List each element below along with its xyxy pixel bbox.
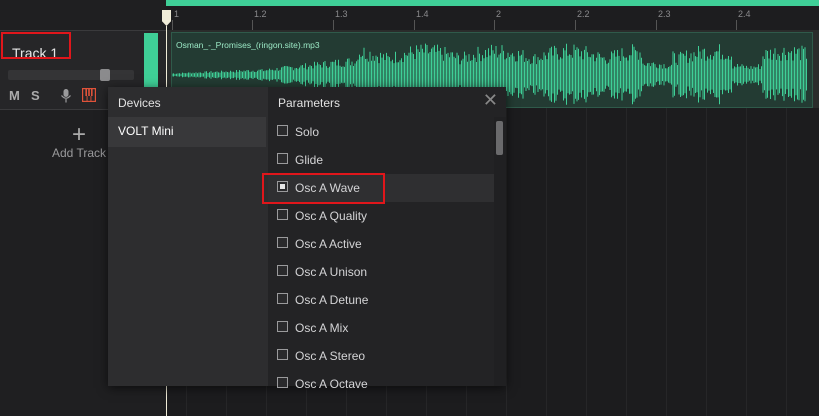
parameter-checkbox[interactable] (277, 349, 288, 360)
grid-line (706, 108, 707, 416)
track-header-top (0, 0, 166, 31)
ruler-tick (333, 20, 334, 30)
ruler-tick (414, 20, 415, 30)
grid-line (666, 108, 667, 416)
clip-name: Osman_-_Promises_(ringon.site).mp3 (176, 40, 320, 50)
devices-panel: Devices VOLT Mini (108, 87, 268, 386)
parameter-item[interactable]: Osc A Stereo (268, 342, 494, 370)
mute-button[interactable]: M (9, 88, 20, 103)
parameter-item[interactable]: Osc A Detune (268, 286, 494, 314)
piano-icon[interactable] (82, 88, 96, 102)
ruler-tick (494, 20, 495, 30)
grid-line (786, 108, 787, 416)
grid-line (506, 108, 507, 416)
ruler-tick (656, 20, 657, 30)
parameter-label: Osc A Stereo (295, 349, 366, 363)
parameter-label: Glide (295, 153, 324, 167)
automation-parameters-dialog: Devices VOLT Mini Parameters Solo Glide Os… (108, 87, 506, 391)
ruler-label: 2.4 (738, 9, 751, 19)
parameter-label: Solo (295, 125, 320, 139)
ruler-label: 2 (496, 9, 502, 19)
parameter-checkbox[interactable] (277, 237, 288, 248)
parameter-checkbox[interactable] (277, 153, 288, 164)
ruler-label: 1.3 (335, 9, 348, 19)
ruler-label: 1.2 (254, 9, 267, 19)
parameter-checkbox[interactable] (277, 265, 288, 276)
parameter-checkbox[interactable] (277, 377, 288, 388)
solo-button[interactable]: S (31, 88, 40, 103)
ruler-tick (736, 20, 737, 30)
device-item-volt-mini[interactable]: VOLT Mini (108, 117, 266, 147)
grid-line (746, 108, 747, 416)
ruler-tick (252, 20, 253, 30)
scrollbar-thumb[interactable] (496, 121, 503, 155)
ruler-tick (575, 20, 576, 30)
parameter-checkbox[interactable] (277, 321, 288, 332)
microphone-icon[interactable] (60, 89, 72, 103)
parameter-item[interactable]: Osc A Unison (268, 258, 494, 286)
parameter-label: Osc A Unison (295, 265, 368, 279)
parameter-label: Osc A Active (295, 237, 362, 251)
parameter-checkbox[interactable] (277, 209, 288, 220)
parameter-item[interactable]: Solo (268, 118, 494, 146)
volume-slider-handle[interactable] (100, 69, 110, 81)
close-icon[interactable]: ✕ (483, 91, 498, 109)
device-label: VOLT Mini (118, 124, 174, 138)
parameters-title: Parameters (278, 96, 341, 110)
parameter-item[interactable]: Osc A Octave (268, 370, 494, 398)
ruler-tick (172, 20, 173, 30)
parameter-item[interactable]: Osc A Active (268, 230, 494, 258)
add-track-button[interactable]: + Add Track (48, 121, 110, 161)
grid-line (626, 108, 627, 416)
parameters-panel: Parameters Solo Glide Osc A Wave Osc A Qual… (268, 87, 506, 391)
timeline-ruler[interactable]: 1 1.2 1.3 1.4 2 2.2 2.3 2.4 (166, 6, 819, 31)
parameter-checkbox[interactable] (277, 125, 288, 136)
device-highlight-box (1, 32, 71, 59)
grid-line (546, 108, 547, 416)
parameter-label: Osc A Mix (295, 321, 349, 335)
plus-icon: + (71, 121, 86, 148)
parameter-label: Osc A Detune (295, 293, 369, 307)
parameter-item[interactable]: Osc A Quality (268, 202, 494, 230)
parameter-label: Osc A Octave (295, 377, 368, 391)
ruler-label: 1.4 (416, 9, 429, 19)
parameter-item[interactable]: Osc A Mix (268, 314, 494, 342)
parameters-scrollbar[interactable] (494, 117, 506, 386)
ruler-label: 1 (174, 9, 180, 19)
devices-title: Devices (118, 96, 161, 110)
parameter-checkbox[interactable] (277, 293, 288, 304)
parameter-label: Osc A Quality (295, 209, 368, 223)
parameter-highlight-box (262, 173, 385, 204)
ruler-label: 2.3 (658, 9, 671, 19)
add-track-label: Add Track (51, 146, 107, 160)
grid-line (586, 108, 587, 416)
parameter-item[interactable]: Glide (268, 146, 494, 174)
ruler-label: 2.2 (577, 9, 590, 19)
volume-slider[interactable] (8, 69, 134, 81)
